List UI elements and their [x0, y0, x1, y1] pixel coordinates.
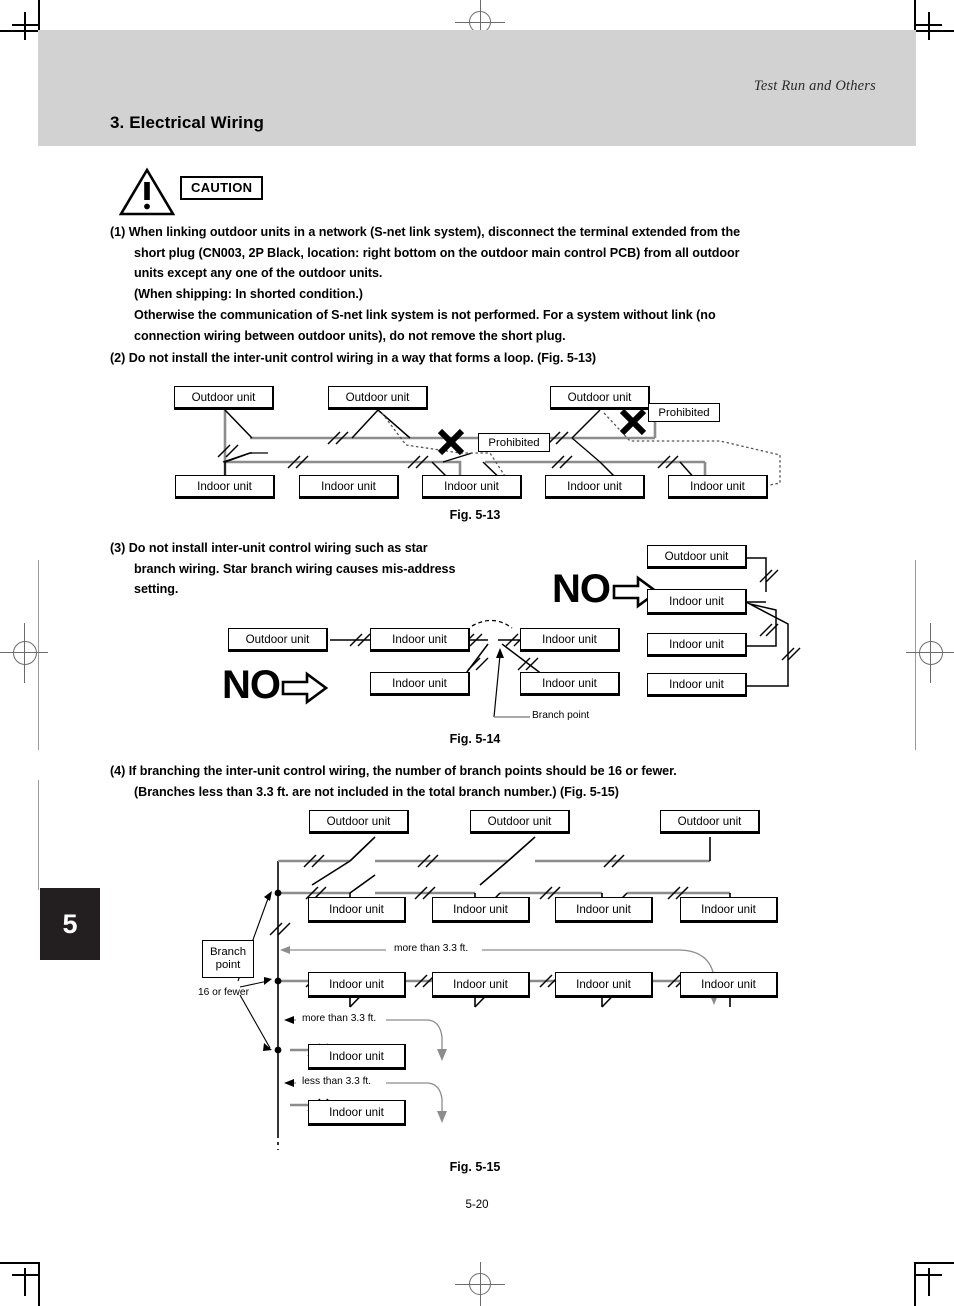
- fig15-limit-note: 16 or fewer: [198, 987, 249, 998]
- figure-5-14-caption: Fig. 5-14: [449, 732, 501, 746]
- fig13-indoor-unit-5: Indoor unit: [668, 475, 768, 499]
- fig15-branch-point-line-1: Branch: [209, 946, 247, 958]
- warning-triangle-icon: [118, 167, 176, 216]
- item-4-line-1: (4) If branching the inter-unit control …: [110, 764, 677, 778]
- crop-mark-tl-h: [0, 30, 38, 32]
- fig13-prohibited-label-1: Prohibited: [478, 433, 550, 452]
- caution-block: CAUTION: [118, 167, 358, 217]
- fig15-row2-indoor-unit-4: Indoor unit: [680, 972, 778, 998]
- trim-line-left-2: [38, 780, 39, 890]
- chapter-tab: 5: [40, 888, 100, 960]
- item-1-note-line-1: Otherwise the communication of S-net lin…: [134, 308, 716, 322]
- fig13-outdoor-unit-2: Outdoor unit: [328, 386, 428, 410]
- page-number: 5-20: [465, 1199, 489, 1211]
- fig14-right-indoor-unit-1: Indoor unit: [647, 589, 747, 615]
- item-1-line-2: short plug (CN003, 2P Black, location: r…: [134, 245, 740, 260]
- crop-mark-tl-inner-h: [12, 24, 40, 26]
- crop-mark-bl-v: [38, 1262, 40, 1306]
- item-4-paragraph: (4) If branching the inter-unit control …: [110, 761, 890, 802]
- figure-5-14: Outdoor unit Indoor unit Indoor unit Ind…: [210, 540, 801, 730]
- figure-5-13: Outdoor unit Outdoor unit Outdoor unit I…: [160, 383, 800, 508]
- fig15-branch-point-line-2: point: [215, 959, 241, 971]
- crop-mark-br-inner-v: [928, 1268, 930, 1296]
- fig15-row2-indoor-unit-3: Indoor unit: [555, 972, 653, 998]
- page-title: 3. Electrical Wiring: [110, 113, 264, 132]
- fig14-no-mark-left: NO: [222, 663, 281, 707]
- crop-mark-tl-inner-v: [24, 12, 26, 40]
- running-head: Test Run and Others: [753, 78, 876, 94]
- fig13-outdoor-unit-1: Outdoor unit: [174, 386, 274, 410]
- branch-dot-3: [274, 1046, 282, 1054]
- registration-mark-bottom: [455, 1262, 505, 1306]
- item-1-line-1: (1) When linking outdoor units in a netw…: [110, 225, 741, 239]
- item-1-paragraph: (1) When linking outdoor units in a netw…: [110, 222, 850, 304]
- fig14-left-indoor-unit-2: Indoor unit: [520, 628, 620, 652]
- fig15-branch-indoor-unit-2: Indoor unit: [308, 1100, 406, 1126]
- fig14-right-indoor-unit-3: Indoor unit: [647, 673, 747, 697]
- fig13-indoor-unit-2: Indoor unit: [299, 475, 399, 499]
- fig13-outdoor-unit-3: Outdoor unit: [550, 386, 650, 410]
- fig14-right-outdoor-unit: Outdoor unit: [647, 545, 747, 569]
- fig15-row1-indoor-unit-3: Indoor unit: [555, 897, 653, 923]
- fig13-indoor-unit-4: Indoor unit: [545, 475, 645, 499]
- crop-mark-tr-inner-h: [914, 24, 942, 26]
- figure-5-13-caption: Fig. 5-13: [449, 508, 501, 522]
- fig15-branch-indoor-unit-1: Indoor unit: [308, 1044, 406, 1070]
- branch-dot-2: [274, 977, 282, 985]
- crop-mark-bl-h: [0, 1262, 38, 1264]
- crop-mark-bl-inner-h: [12, 1274, 40, 1276]
- item-1-line-4: (When shipping: In shorted condition.): [134, 286, 363, 301]
- item-2-line-1: (2) Do not install the inter-unit contro…: [110, 351, 597, 365]
- fig13-indoor-unit-3: Indoor unit: [422, 475, 522, 499]
- crop-mark-br-v: [914, 1262, 916, 1306]
- fig14-no-mark-right: NO: [552, 567, 611, 611]
- registration-mark-right: [906, 623, 954, 683]
- fig13-prohibited-label-2: Prohibited: [648, 403, 720, 422]
- fig15-outdoor-unit-2: Outdoor unit: [470, 810, 570, 834]
- fig15-row1-indoor-unit-1: Indoor unit: [308, 897, 406, 923]
- fig14-left-outdoor-unit: Outdoor unit: [228, 628, 328, 652]
- item-1-note-line-2: connection wiring between outdoor units)…: [134, 328, 566, 343]
- crop-mark-br-inner-h: [914, 1274, 942, 1276]
- registration-mark-left: [0, 623, 48, 683]
- fig13-indoor-unit-1: Indoor unit: [175, 475, 275, 499]
- item-1-note: Otherwise the communication of S-net lin…: [110, 305, 850, 346]
- fig14-left-indoor-unit-4: Indoor unit: [520, 672, 620, 696]
- fig14-left-indoor-unit-1: Indoor unit: [370, 628, 470, 652]
- figure-5-15: Outdoor unit Outdoor unit Outdoor unit I…: [190, 805, 810, 1155]
- item-1-line-3: units except any one of the outdoor unit…: [134, 266, 383, 280]
- crop-mark-br-h: [916, 1262, 954, 1264]
- fig15-outdoor-unit-1: Outdoor unit: [309, 810, 409, 834]
- fig14-right-indoor-unit-2: Indoor unit: [647, 633, 747, 657]
- fig15-row1-indoor-unit-2: Indoor unit: [432, 897, 530, 923]
- crop-mark-bl-inner-v: [24, 1268, 26, 1296]
- fig15-dim-row-label: more than 3.3 ft.: [390, 943, 473, 954]
- caution-label: CAUTION: [180, 176, 264, 200]
- fig14-left-indoor-unit-3: Indoor unit: [370, 672, 470, 696]
- fig15-dim-branch-2-label: less than 3.3 ft.: [298, 1076, 376, 1087]
- fig15-row2-indoor-unit-2: Indoor unit: [432, 972, 530, 998]
- fig15-row2-indoor-unit-1: Indoor unit: [308, 972, 406, 998]
- fig15-outdoor-unit-3: Outdoor unit: [660, 810, 760, 834]
- figure-5-15-caption: Fig. 5-15: [449, 1160, 501, 1174]
- fig14-branch-point-label: Branch point: [532, 710, 590, 721]
- branch-dot-1: [274, 889, 282, 897]
- crop-mark-tr-inner-v: [928, 12, 930, 40]
- item-2-paragraph: (2) Do not install the inter-unit contro…: [110, 348, 870, 369]
- fig15-row1-indoor-unit-4: Indoor unit: [680, 897, 778, 923]
- fig15-branch-point-box: Branch point: [202, 940, 254, 978]
- crop-mark-tr-h: [916, 30, 954, 32]
- item-4-line-2: (Branches less than 3.3 ft. are not incl…: [134, 784, 619, 799]
- fig15-dim-branch-1-label: more than 3.3 ft.: [298, 1013, 381, 1024]
